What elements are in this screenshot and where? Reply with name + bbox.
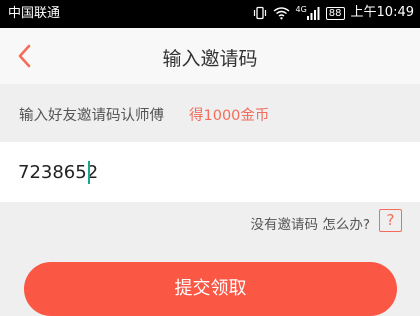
vibrate-icon bbox=[253, 6, 267, 20]
carrier-name: 中国联通 bbox=[8, 6, 61, 21]
invite-hint-row: 输入好友邀请码认师傅 得1000金币 bbox=[0, 84, 420, 142]
network-type-label: 4G bbox=[295, 5, 307, 14]
question-icon[interactable]: ? bbox=[379, 209, 402, 232]
submit-button[interactable]: 提交领取 bbox=[24, 262, 397, 316]
nav-bar: 输入邀请码 bbox=[0, 28, 420, 84]
page-title: 输入邀请码 bbox=[162, 48, 258, 70]
status-bar: 中国联通 4G 88 上午10:49 bbox=[0, 0, 420, 28]
wifi-icon bbox=[273, 6, 290, 20]
signal-icon: 4G bbox=[296, 6, 320, 20]
invite-hint-text: 输入好友邀请码认师傅 bbox=[19, 108, 164, 124]
battery-icon: 88 bbox=[325, 6, 345, 20]
status-icons: 4G 88 上午10:49 bbox=[253, 5, 414, 21]
invite-code-input[interactable] bbox=[18, 156, 398, 188]
text-caret bbox=[88, 161, 90, 184]
reward-text: 得1000金币 bbox=[189, 108, 270, 124]
status-time: 上午10:49 bbox=[350, 5, 414, 20]
invite-code-box bbox=[0, 142, 420, 202]
no-code-help-text[interactable]: 没有邀请码 怎么办? bbox=[251, 213, 370, 233]
